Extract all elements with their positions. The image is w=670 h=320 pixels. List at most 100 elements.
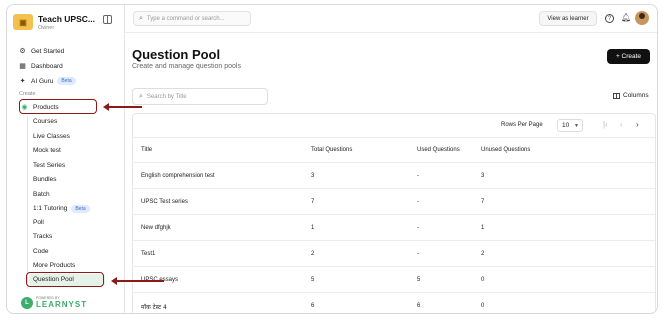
cell-used: - bbox=[417, 173, 419, 179]
bell-icon[interactable]: 🔔︎ bbox=[621, 13, 631, 22]
cell-unused: 3 bbox=[481, 173, 485, 179]
sub-item-bundles[interactable]: Bundles bbox=[33, 174, 57, 185]
columns-button[interactable]: Columns bbox=[613, 92, 649, 99]
cell-used: 5 bbox=[417, 277, 421, 283]
columns-label: Columns bbox=[623, 92, 649, 99]
rows-per-page-select[interactable]: 10 ▼ bbox=[557, 119, 583, 132]
sub-item-label: Mock test bbox=[33, 147, 61, 154]
sub-item-live-classes[interactable]: Live Classes bbox=[33, 131, 70, 142]
brand-title: Teach UPSC... bbox=[38, 13, 95, 24]
sub-item-code[interactable]: Code bbox=[33, 246, 49, 257]
rows-per-page-label: Rows Per Page bbox=[501, 122, 543, 128]
sub-item-label: Live Classes bbox=[33, 133, 70, 140]
command-placeholder: Type a command or search... bbox=[146, 15, 225, 22]
view-as-learner-button[interactable]: View as learner bbox=[539, 11, 597, 26]
rows-per-page-value: 10 bbox=[562, 122, 570, 129]
table-row[interactable]: Test1 2 - 2 bbox=[133, 242, 655, 267]
table-row[interactable]: UPSC Test series 7 - 7 bbox=[133, 190, 655, 215]
cell-total: 7 bbox=[311, 199, 315, 205]
table-row[interactable]: English comprehension test 3 - 3 bbox=[133, 164, 655, 189]
table-row[interactable]: UPSC essays 5 5 0 bbox=[133, 268, 655, 293]
nav-get-started[interactable]: ⚙ Get Started bbox=[19, 45, 64, 57]
sidebar: ▣ Teach UPSC... Owner ⚙ Get Started ▦ Da… bbox=[7, 5, 125, 313]
search-input[interactable]: ⌕ Search by Title bbox=[132, 88, 268, 105]
cell-unused: 0 bbox=[481, 303, 485, 309]
nav-ai-guru[interactable]: ✦ AI Guru Beta bbox=[19, 75, 76, 87]
app-window: ▣ Teach UPSC... Owner ⚙ Get Started ▦ Da… bbox=[6, 4, 658, 314]
nav-label: Dashboard bbox=[31, 62, 63, 70]
brand-role: Owner bbox=[38, 24, 55, 31]
sub-item-courses[interactable]: Courses bbox=[33, 116, 57, 127]
page-title: Question Pool bbox=[132, 47, 221, 62]
cell-unused: 1 bbox=[481, 225, 485, 231]
next-page-icon[interactable]: › bbox=[636, 120, 639, 129]
cell-title: UPSC Test series bbox=[141, 199, 188, 205]
cell-title: New dfghjk bbox=[141, 225, 171, 231]
cell-title: मॉक टेस्ट 4 bbox=[141, 304, 167, 311]
topbar: ⌕ Type a command or search... View as le… bbox=[125, 5, 657, 33]
table-row[interactable]: New dfghjk 1 - 1 bbox=[133, 216, 655, 241]
sub-item-label: Courses bbox=[33, 118, 58, 125]
header-unused-questions[interactable]: Unused Questions bbox=[481, 147, 530, 153]
cell-used: 6 bbox=[417, 303, 421, 309]
sidebar-toggle-icon[interactable] bbox=[103, 15, 112, 24]
command-search-input[interactable]: ⌕ Type a command or search... bbox=[133, 11, 251, 26]
header-total-questions[interactable]: Total Questions bbox=[311, 147, 352, 153]
cell-unused: 2 bbox=[481, 251, 485, 257]
cell-total: 6 bbox=[311, 303, 315, 309]
cell-total: 2 bbox=[311, 251, 315, 257]
create-button[interactable]: + Create bbox=[607, 49, 650, 64]
section-label-create: Create bbox=[19, 91, 36, 97]
pagination-bar: Rows Per Page 10 ▼ |‹ ‹ › bbox=[133, 114, 655, 138]
learnyst-logo: L bbox=[21, 296, 33, 309]
header-title[interactable]: Title bbox=[141, 147, 152, 153]
nav-label: AI Guru bbox=[31, 77, 54, 85]
prev-page-icon[interactable]: ‹ bbox=[620, 120, 623, 129]
nav-dashboard[interactable]: ▦ Dashboard bbox=[19, 60, 63, 72]
sub-item-label: Batch bbox=[33, 191, 50, 198]
search-icon: ⌕ bbox=[139, 92, 143, 100]
avatar[interactable] bbox=[635, 11, 649, 25]
sub-item-more-products[interactable]: More Products bbox=[33, 260, 75, 271]
cell-title: Test1 bbox=[141, 251, 156, 257]
cell-unused: 0 bbox=[481, 277, 485, 283]
beta-badge: Beta bbox=[71, 204, 90, 213]
sub-item-tracks[interactable]: Tracks bbox=[33, 231, 52, 242]
header-used-questions[interactable]: Used Questions bbox=[417, 147, 460, 153]
brand[interactable]: ▣ Teach UPSC... Owner bbox=[13, 11, 117, 33]
learnyst-wordmark: LEARNYST bbox=[36, 300, 88, 309]
search-placeholder: Search by Title bbox=[146, 93, 187, 100]
sub-item-mock-test[interactable]: Mock test bbox=[33, 145, 61, 156]
annotation-arrow-products bbox=[103, 103, 142, 111]
cell-used: - bbox=[417, 199, 419, 205]
cell-total: 5 bbox=[311, 277, 315, 283]
sub-item-label: Test Series bbox=[33, 162, 66, 169]
sub-item-poll[interactable]: Poll bbox=[33, 217, 44, 228]
brand-logo: ▣ bbox=[13, 14, 33, 30]
table-row[interactable]: मॉक टेस्ट 4 6 6 0 bbox=[133, 294, 655, 313]
sub-item-label: 1:1 Tutoring bbox=[33, 205, 68, 212]
table-header: Title Total Questions Used Questions Unu… bbox=[133, 138, 655, 163]
question-pool-table: Rows Per Page 10 ▼ |‹ ‹ › Title Total Qu… bbox=[132, 113, 656, 313]
cell-unused: 7 bbox=[481, 199, 485, 205]
cell-title: English comprehension test bbox=[141, 173, 215, 179]
sub-item-label: Poll bbox=[33, 219, 44, 226]
search-icon: ⌕ bbox=[139, 14, 143, 22]
nav-label: Get Started bbox=[31, 47, 65, 55]
sub-item-tutoring[interactable]: 1:1 Tutoring Beta bbox=[33, 203, 90, 214]
sparkle-icon: ✦ bbox=[19, 78, 26, 85]
sub-item-label: More Products bbox=[33, 262, 76, 269]
first-page-icon[interactable]: |‹ bbox=[603, 120, 608, 129]
sub-item-batch[interactable]: Batch bbox=[33, 189, 50, 200]
submenu-divider bbox=[27, 117, 28, 289]
sub-item-test-series[interactable]: Test Series bbox=[33, 160, 65, 171]
main-content: Question Pool Create and manage question… bbox=[125, 33, 657, 313]
cell-total: 3 bbox=[311, 173, 315, 179]
annotation-box-products bbox=[19, 99, 97, 114]
chevron-down-icon: ▼ bbox=[574, 123, 579, 129]
beta-badge: Beta bbox=[57, 77, 76, 85]
help-icon[interactable]: ? bbox=[605, 14, 614, 23]
sub-item-label: Tracks bbox=[33, 233, 53, 240]
sub-item-label: Bundles bbox=[33, 176, 57, 183]
page-subtitle: Create and manage question pools bbox=[132, 63, 241, 70]
